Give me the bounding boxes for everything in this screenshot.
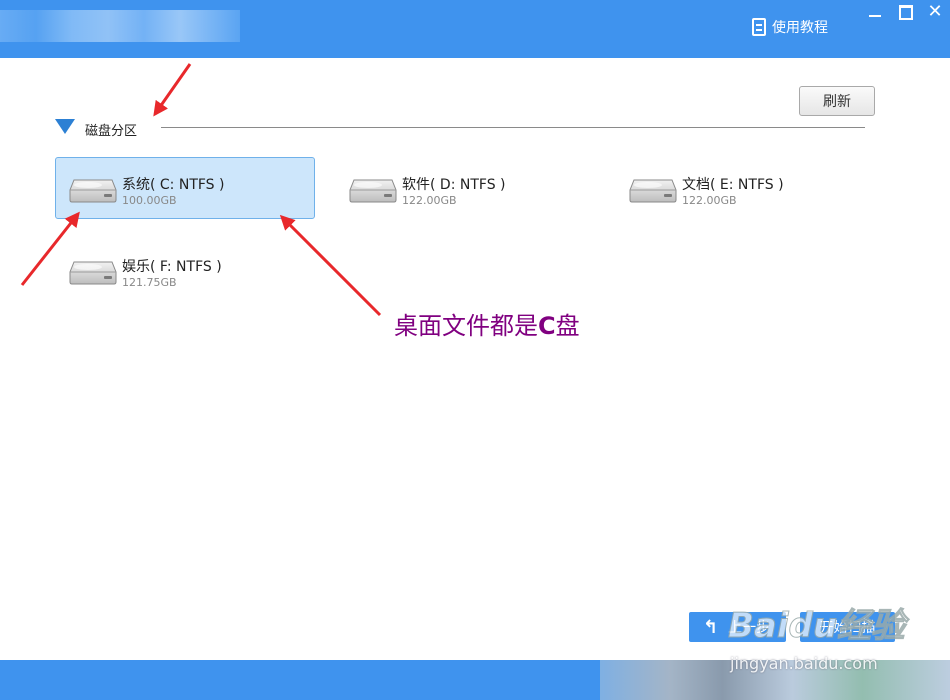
back-label: 上一步 — [728, 620, 771, 636]
minimize-button[interactable] — [862, 0, 888, 24]
hard-drive-icon — [629, 179, 677, 203]
drive-size: 121.75GB — [122, 276, 177, 289]
drive-item-c[interactable]: 系统( C: NTFS ) 100.00GB — [55, 157, 315, 219]
arrow-to-section — [153, 63, 192, 117]
drive-name: 系统( C: NTFS ) — [122, 177, 225, 193]
maximize-icon — [899, 4, 913, 20]
document-icon — [752, 18, 766, 36]
drive-name: 软件( D: NTFS ) — [402, 177, 506, 193]
refresh-button[interactable]: 刷新 — [799, 86, 875, 116]
drive-size: 122.00GB — [402, 194, 457, 207]
tutorial-link[interactable]: 使用教程 — [752, 16, 828, 38]
back-arrow-icon: ↰ — [703, 616, 719, 638]
drive-item-f[interactable]: 娱乐( F: NTFS ) 121.75GB — [55, 239, 315, 301]
drive-size: 122.00GB — [682, 194, 737, 207]
close-button[interactable]: ✕ — [922, 0, 948, 24]
section-title: 磁盘分区 — [85, 124, 138, 139]
drive-item-e[interactable]: 文档( E: NTFS ) 122.00GB — [615, 157, 875, 219]
drive-size: 100.00GB — [122, 194, 177, 207]
drive-name: 文档( E: NTFS ) — [682, 177, 784, 193]
hard-drive-icon — [69, 261, 117, 285]
annotation-emphasis: C — [538, 312, 556, 340]
maximize-button[interactable] — [893, 0, 919, 24]
annotation-text: 桌面文件都是C盘 — [394, 306, 580, 341]
annotation-suffix: 盘 — [555, 312, 580, 340]
back-button[interactable]: ↰ 上一步 — [689, 612, 786, 642]
blurred-app-title — [0, 10, 240, 42]
section-divider — [161, 127, 865, 128]
drive-item-d[interactable]: 软件( D: NTFS ) 122.00GB — [335, 157, 595, 219]
drive-name: 娱乐( F: NTFS ) — [122, 259, 222, 275]
hard-drive-icon — [69, 179, 117, 203]
tutorial-label: 使用教程 — [772, 20, 828, 36]
blurred-footer — [600, 660, 950, 700]
start-scan-button[interactable]: 开始扫描 — [800, 612, 895, 642]
triangle-down-icon[interactable] — [55, 119, 75, 134]
partition-section-header: 磁盘分区 — [55, 119, 865, 139]
annotation-main: 桌面文件都是 — [394, 312, 538, 340]
close-icon: ✕ — [927, 1, 943, 22]
hard-drive-icon — [349, 179, 397, 203]
minimize-icon — [869, 15, 881, 17]
